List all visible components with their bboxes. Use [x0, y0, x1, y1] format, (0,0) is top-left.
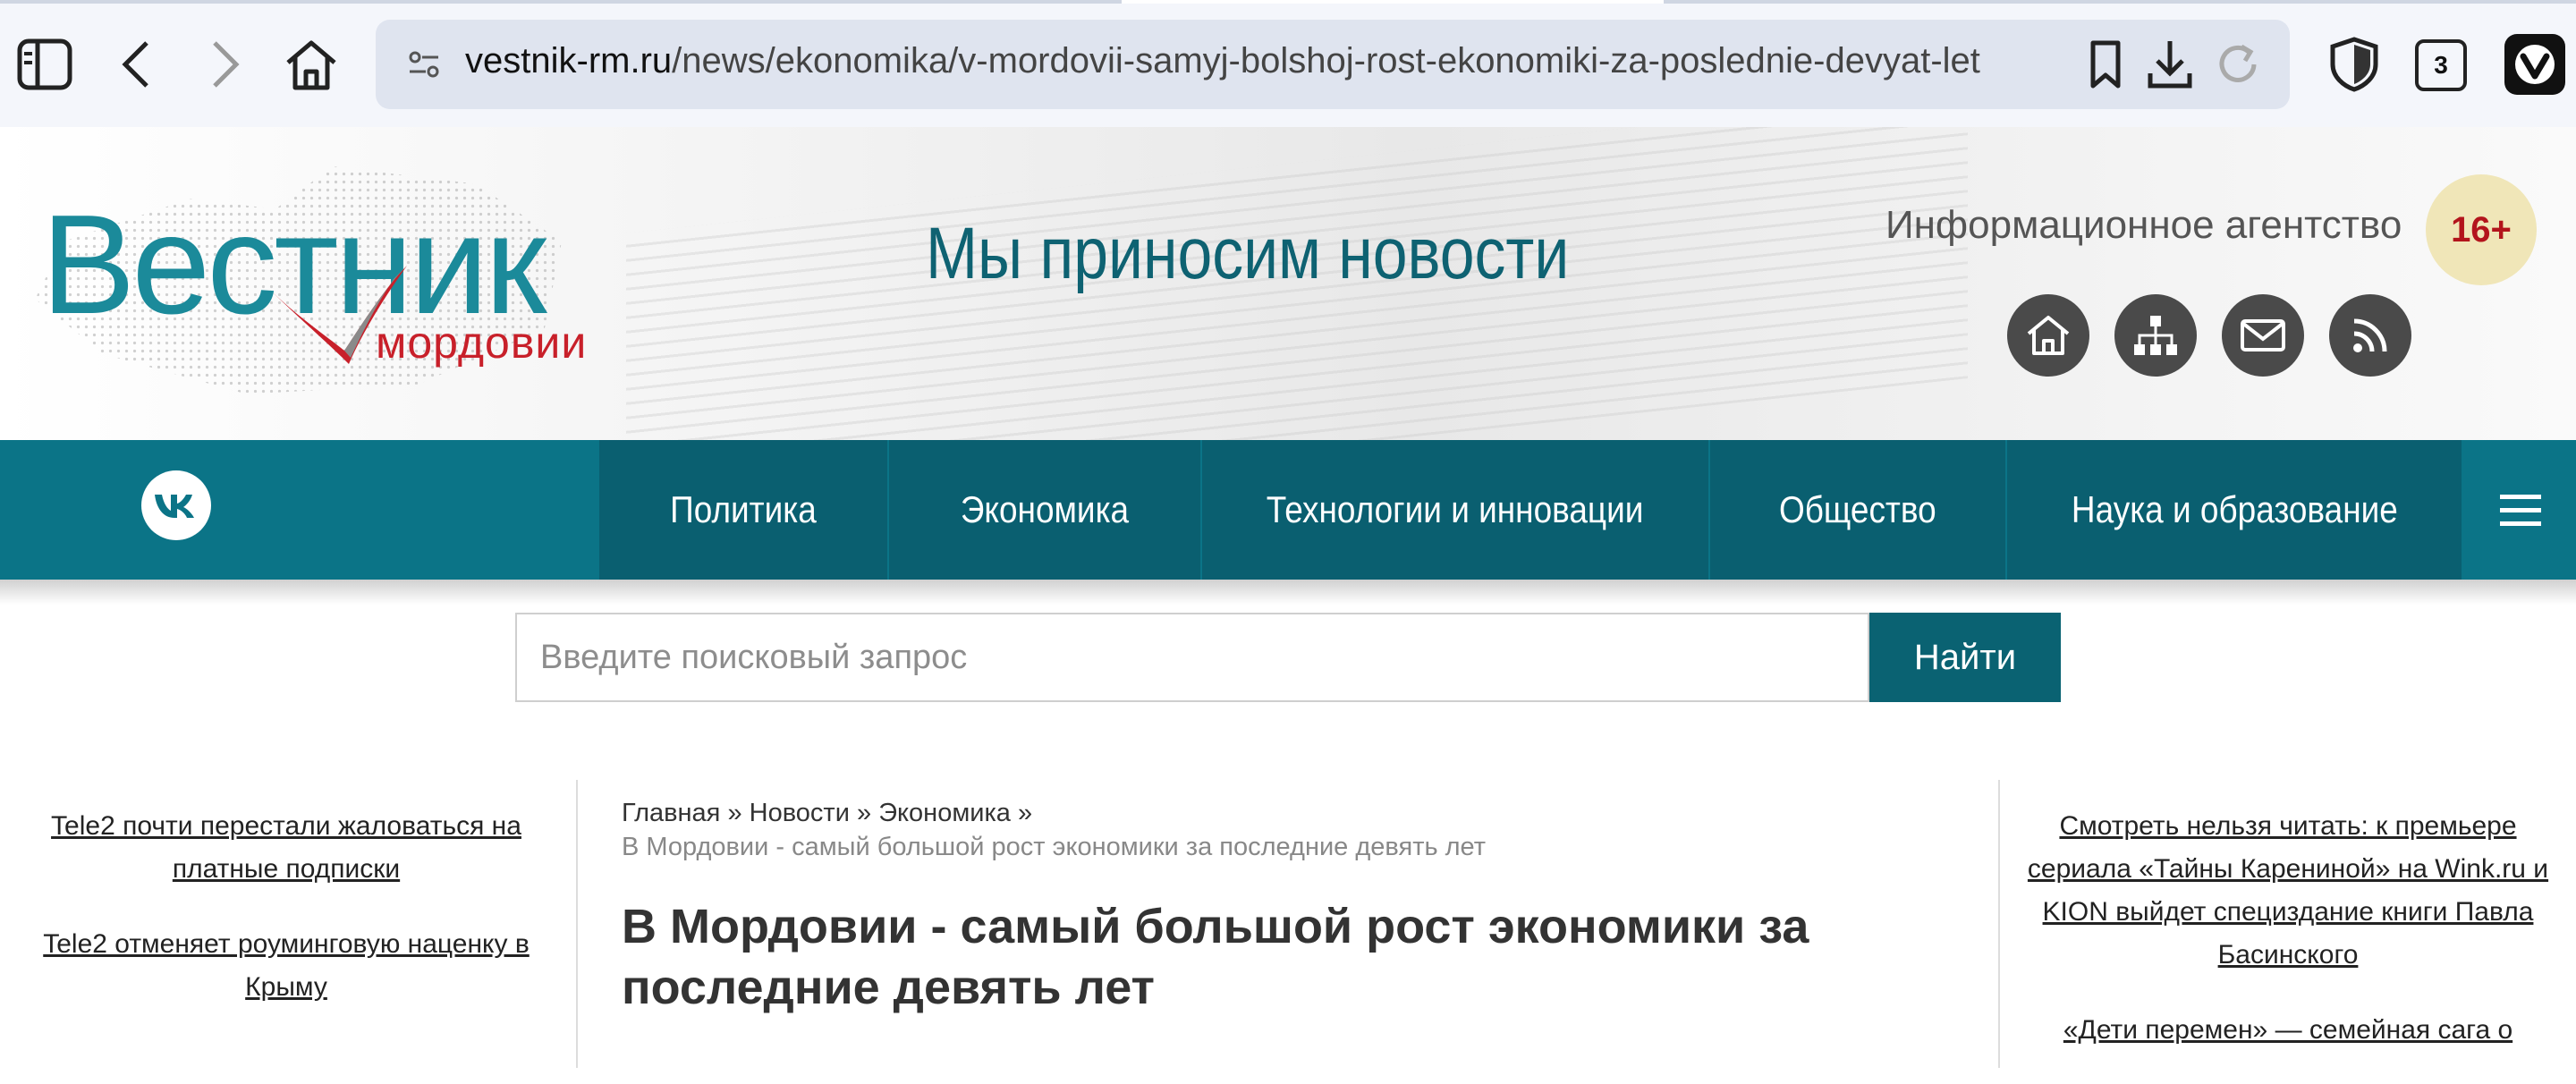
nav-item-label: Экономика: [960, 488, 1130, 530]
sidebar-news-link[interactable]: Смотреть нельзя читать: к премьере сериа…: [2020, 805, 2556, 977]
browser-toolbar: vestnik-rm.ru/news/ekonomika/v-mordovii-…: [0, 0, 2576, 127]
article-title: В Мордовии - самый большой рост экономик…: [622, 900, 1809, 1014]
search-input[interactable]: [515, 613, 1869, 702]
nav-item-politics[interactable]: Политика: [599, 440, 889, 580]
breadcrumb-home[interactable]: Главная: [622, 799, 720, 827]
divider: [576, 780, 578, 1068]
home-icon[interactable]: [279, 32, 343, 97]
nav-item-label: Технологии и инновации: [1267, 488, 1644, 530]
breadcrumb-news[interactable]: Новости: [750, 799, 850, 827]
rss-icon[interactable]: [2329, 294, 2411, 377]
divider: [1998, 780, 2000, 1068]
sidebar-news-link[interactable]: Tele2 почти перестали жаловаться на плат…: [27, 805, 546, 891]
vk-icon[interactable]: [141, 470, 211, 540]
url-domain: vestnik-rm.ru: [465, 41, 673, 80]
agency-label: Информационное агентство: [1885, 203, 2402, 247]
main-nav: Политика Экономика Технологии и инноваци…: [0, 440, 2576, 580]
left-sidebar: Tele2 почти перестали жаловаться на плат…: [27, 805, 546, 1041]
tab-count[interactable]: 3: [2415, 39, 2467, 91]
site-logo-subtitle: мордовии: [376, 318, 588, 368]
download-icon[interactable]: [2138, 32, 2202, 97]
search-button[interactable]: Найти: [1869, 613, 2061, 702]
reload-icon[interactable]: [2206, 32, 2270, 97]
nav-item-society[interactable]: Общество: [1710, 440, 2007, 580]
nav-item-label: Политика: [670, 488, 817, 530]
sidebar-news-link[interactable]: Tele2 отменяет роуминговую наценку в Кры…: [27, 923, 546, 1009]
bookmark-icon[interactable]: [2073, 32, 2138, 97]
shield-icon[interactable]: [2322, 32, 2386, 97]
vivaldi-icon[interactable]: [2504, 34, 2565, 95]
back-icon[interactable]: [104, 32, 168, 97]
mail-icon[interactable]: [2222, 294, 2304, 377]
sitemap-icon[interactable]: [2114, 294, 2197, 377]
right-sidebar: Смотреть нельзя читать: к премьере сериа…: [2020, 805, 2556, 1084]
breadcrumb-separator: »: [1017, 799, 1033, 827]
nav-shadow: [0, 580, 2576, 605]
site-header: Вестник мордовии Мы приносим новости Инф…: [0, 127, 2576, 440]
sidebar-icon[interactable]: [13, 32, 77, 97]
home-icon[interactable]: [2007, 294, 2089, 377]
nav-item-label: Наука и образование: [2071, 488, 2398, 530]
nav-item-science[interactable]: Наука и образование: [2007, 440, 2463, 580]
nav-item-technology[interactable]: Технологии и инновации: [1202, 440, 1710, 580]
forward-icon[interactable]: [193, 32, 258, 97]
breadcrumb-current: В Мордовии - самый большой рост экономик…: [622, 833, 1487, 861]
url-path: /news/ekonomika/v-mordovii-samyj-bolshoj…: [672, 41, 1980, 80]
breadcrumb: Главная » Новости » Экономика » В Мордов…: [622, 796, 1486, 864]
nav-item-economics[interactable]: Экономика: [889, 440, 1202, 580]
tab-strip: [0, 0, 2576, 4]
breadcrumb-section[interactable]: Экономика: [878, 799, 1011, 827]
breadcrumb-separator: »: [727, 799, 742, 827]
nav-item-label: Общество: [1779, 488, 1936, 530]
site-tagline: Мы приносим новости: [926, 213, 1570, 294]
breadcrumb-separator: »: [856, 799, 872, 827]
sidebar-news-link[interactable]: «Дети перемен» — семейная сага о: [2020, 1009, 2556, 1052]
age-rating-badge: 16+: [2426, 174, 2537, 285]
menu-icon[interactable]: [2465, 440, 2576, 580]
url-text[interactable]: vestnik-rm.ru/news/ekonomika/v-mordovii-…: [465, 41, 1980, 81]
site-settings-icon[interactable]: [392, 32, 456, 97]
